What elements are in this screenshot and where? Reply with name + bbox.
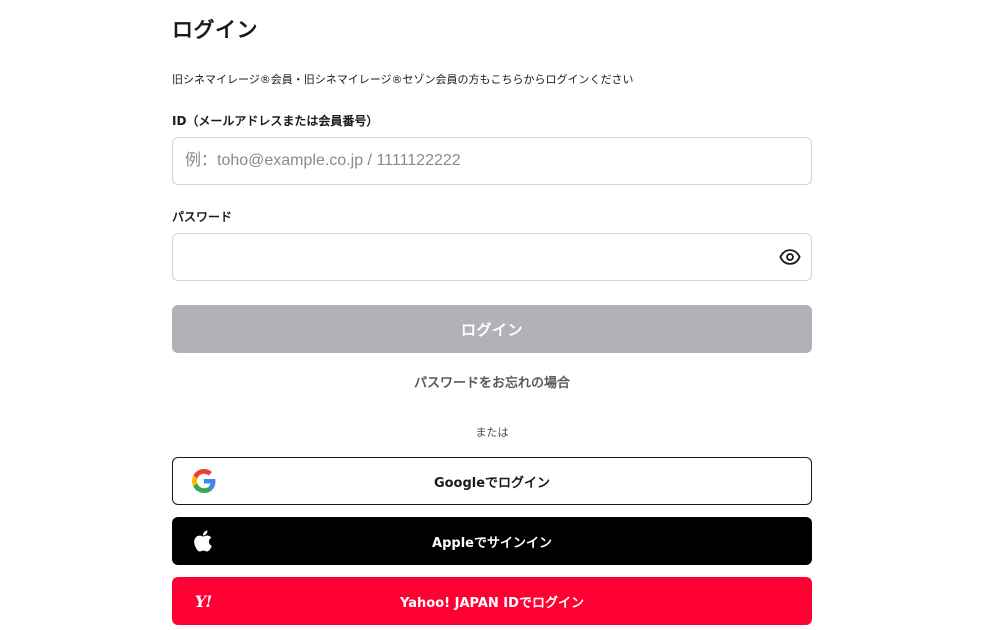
or-divider: または xyxy=(475,426,509,439)
apple-signin-label: Appleでサインイン xyxy=(432,535,552,551)
forgot-password-link[interactable]: パスワードをお忘れの場合 xyxy=(172,372,812,391)
google-login-label: Googleでログイン xyxy=(433,475,551,491)
password-field-label: パスワード xyxy=(172,210,233,224)
id-input[interactable] xyxy=(172,137,812,185)
yahoo-login-label: Yahoo! JAPAN IDでログイン xyxy=(400,595,584,611)
yahoo-login-button[interactable]: Y! Yahoo! JAPAN IDでログイン xyxy=(172,577,812,625)
page-title: ログイン xyxy=(172,18,258,42)
eye-icon[interactable] xyxy=(778,245,802,269)
legacy-member-notice: 旧シネマイレージ®会員・旧シネマイレージ®セゾン会員の方もこちらからログインくだ… xyxy=(172,73,634,86)
google-login-button[interactable]: Googleでログイン xyxy=(172,457,812,505)
id-field-label: ID（メールアドレスまたは会員番号） xyxy=(172,114,379,128)
yahoo-icon: Y! xyxy=(194,591,212,611)
login-button[interactable]: ログイン xyxy=(172,305,812,353)
google-icon xyxy=(191,468,217,494)
apple-icon xyxy=(190,528,216,554)
password-input[interactable] xyxy=(172,233,812,281)
apple-signin-button[interactable]: Appleでサインイン xyxy=(172,517,812,565)
